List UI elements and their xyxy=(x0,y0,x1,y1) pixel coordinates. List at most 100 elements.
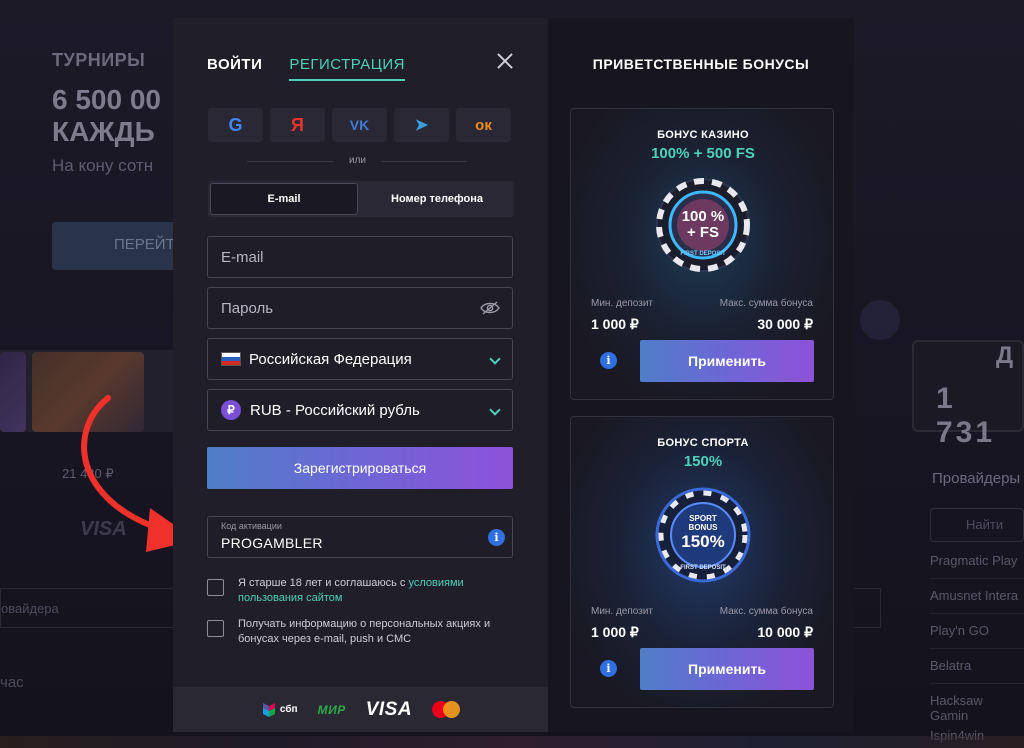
bonus-card-casino: БОНУС КАЗИНО 100% + 500 FS 100 % + FS FI… xyxy=(570,108,834,400)
chip-text: SPORT xyxy=(689,514,717,523)
casino-chip-icon: 100 % + FS FIRST DEPOSIT xyxy=(656,178,750,272)
bg-bottom-strip xyxy=(0,736,1024,748)
bg-tournaments-title: ТУРНИРЫ xyxy=(52,50,146,70)
min-deposit-label: Мин. депозит xyxy=(591,298,654,309)
chevron-down-icon xyxy=(489,353,501,365)
sport-chip-icon: SPORT BONUS 150% FIRST DEPOSIT xyxy=(655,487,751,583)
bg-headline: 6 500 00 КАЖДЬ xyxy=(52,84,161,147)
country-select[interactable]: Российская Федерация xyxy=(207,338,513,380)
activation-code-field[interactable]: Код активации PROGAMBLER i xyxy=(207,516,513,558)
bonus-name: БОНУС СПОРТА xyxy=(657,437,749,449)
terms-checkbox[interactable] xyxy=(207,579,224,596)
bonus-card-sport: БОНУС СПОРТА 150% SPORT BONUS 150% FIRST… xyxy=(570,416,834,708)
chip-ring-text: FIRST DEPOSIT xyxy=(680,565,726,571)
mastercard-icon xyxy=(432,700,461,719)
bonus-amount: 100% + 500 FS xyxy=(651,145,755,162)
bg-hour-text: час xyxy=(0,674,24,691)
close-icon[interactable] xyxy=(495,51,515,71)
payment-methods-bar: сбп МИР VISA xyxy=(173,687,548,732)
russia-flag-icon xyxy=(221,352,241,366)
sbp-icon xyxy=(262,702,275,717)
tab-registration[interactable]: РЕГИСТРАЦИЯ xyxy=(289,56,405,81)
activation-code-value: PROGAMBLER xyxy=(221,535,323,551)
max-bonus-value: 30 000 ₽ xyxy=(757,316,813,332)
bonus-name: БОНУС КАЗИНО xyxy=(657,129,749,141)
password-placeholder: Пароль xyxy=(221,299,274,317)
chip-text: BONUS xyxy=(689,523,719,532)
bonus-amount: 150% xyxy=(683,453,723,470)
bg-counter-letter: Д xyxy=(996,342,1014,369)
bg-subtext: На кону сотн xyxy=(52,156,154,175)
terms-text: Я старше 18 лет и соглашаюсь с условиями… xyxy=(238,576,518,606)
bg-counter-value: 1 731 xyxy=(936,382,996,449)
ruble-icon: ₽ xyxy=(221,400,241,420)
bg-game-thumb xyxy=(0,352,26,432)
promo-checkbox-row: Получать информацию о персональных акция… xyxy=(207,617,513,649)
telegram-login-button[interactable]: ➤ xyxy=(394,108,449,142)
odnoklassniki-login-button[interactable]: ок xyxy=(456,108,511,142)
email-field[interactable]: E-mail xyxy=(207,236,513,278)
bg-provider-item: Pragmatic Play xyxy=(930,553,1018,568)
min-deposit-value: 1 000 ₽ xyxy=(591,624,639,640)
or-divider: или xyxy=(247,155,467,169)
promo-text: Получать информацию о персональных акция… xyxy=(238,618,491,645)
eye-hidden-icon[interactable] xyxy=(480,301,500,315)
info-icon[interactable]: i xyxy=(488,529,505,546)
tab-login[interactable]: ВОЙТИ xyxy=(207,56,262,81)
visa-logo: VISA xyxy=(365,698,413,720)
telegram-icon: ➤ xyxy=(414,117,429,134)
mir-logo: МИР xyxy=(317,702,346,717)
max-bonus-label: Макс. сумма бонуса xyxy=(719,298,813,309)
registration-modal: ВОЙТИ РЕГИСТРАЦИЯ G Я VK ➤ ок или E-mail… xyxy=(173,18,548,732)
google-login-button[interactable]: G xyxy=(208,108,263,142)
method-phone-button[interactable]: Номер телефона xyxy=(362,183,512,215)
bg-providers-title: Провайдеры xyxy=(932,470,1021,487)
bg-provider-item: Play'n GO xyxy=(930,623,989,638)
google-icon: G xyxy=(228,114,243,135)
registration-method-switch: E-mail Номер телефона xyxy=(208,181,514,217)
terms-label: Я старше 18 лет и соглашаюсь с xyxy=(238,577,409,589)
or-text: или xyxy=(349,155,367,166)
yandex-login-button[interactable]: Я xyxy=(270,108,325,142)
bg-cta-button: ПЕРЕЙТ xyxy=(52,222,192,270)
chip-text: 100 % xyxy=(682,208,725,225)
social-login-row: G Я VK ➤ ок xyxy=(208,108,511,142)
currency-select[interactable]: ₽ RUB - Российский рубль xyxy=(207,389,513,431)
divider-line xyxy=(381,161,467,162)
min-deposit-value: 1 000 ₽ xyxy=(591,316,639,332)
divider-line xyxy=(247,161,333,162)
auth-tabs: ВОЙТИ РЕГИСТРАЦИЯ xyxy=(207,56,405,81)
terms-checkbox-row: Я старше 18 лет и соглашаюсь с условиями… xyxy=(207,576,513,608)
info-icon[interactable]: i xyxy=(600,660,617,677)
apply-casino-bonus-button[interactable]: Применить xyxy=(640,340,814,382)
apply-sport-bonus-button[interactable]: Применить xyxy=(640,648,814,690)
password-field[interactable]: Пароль xyxy=(207,287,513,329)
bg-provider-item: Amusnet Intera xyxy=(930,588,1019,603)
bg-divider xyxy=(930,613,1024,614)
bg-search-placeholder: Найти xyxy=(966,517,1004,532)
country-value: Российская Федерация xyxy=(249,350,412,368)
bg-divider xyxy=(930,578,1024,579)
chip-ring-text: FIRST DEPOSIT xyxy=(680,251,726,257)
chip-text: + FS xyxy=(687,224,719,241)
bonuses-title: ПРИВЕТСТВЕННЫЕ БОНУСЫ xyxy=(592,56,810,72)
promo-checkbox[interactable] xyxy=(207,620,224,637)
method-email-button[interactable]: E-mail xyxy=(210,183,358,215)
chevron-down-icon xyxy=(489,404,501,416)
sbp-text: сбп xyxy=(279,704,298,715)
bg-provider-item: Hacksaw Gamin xyxy=(930,693,983,723)
email-placeholder: E-mail xyxy=(221,248,264,266)
bg-divider xyxy=(930,648,1024,649)
bg-divider xyxy=(930,683,1024,684)
activation-code-label: Код активации xyxy=(221,521,282,531)
register-button[interactable]: Зарегистрироваться xyxy=(207,447,513,489)
sbp-logo: сбп xyxy=(261,702,298,718)
vk-login-button[interactable]: VK xyxy=(332,108,387,142)
vk-icon: VK xyxy=(349,117,370,133)
min-deposit-label: Мин. депозит xyxy=(591,606,654,617)
currency-value: RUB - Российский рубль xyxy=(250,401,420,419)
bg-provider-input: овайдера xyxy=(0,588,175,628)
chip-text: 150% xyxy=(681,532,724,551)
bg-decor xyxy=(860,300,900,340)
info-icon[interactable]: i xyxy=(600,352,617,369)
